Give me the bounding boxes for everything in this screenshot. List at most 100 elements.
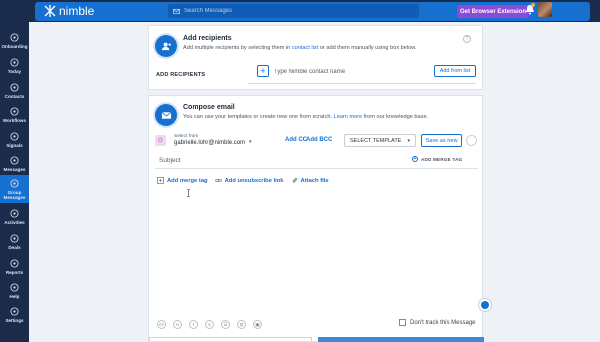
link-icon xyxy=(214,179,222,182)
add-unsubscribe-link[interactable]: Add unsubscribe link xyxy=(214,177,284,184)
floating-action-button[interactable] xyxy=(478,298,492,312)
recipients-circle xyxy=(155,35,177,57)
notification-dot xyxy=(531,3,535,7)
sidebar-item-group-messages[interactable]: Group Messages xyxy=(0,175,29,203)
sidebar-item-onboarding[interactable]: Onboarding xyxy=(0,28,29,53)
attach-file-label: Attach file xyxy=(300,177,329,184)
onboarding-icon xyxy=(10,32,19,42)
save-as-new-button[interactable]: Save as new xyxy=(421,134,462,147)
sidebar-item-label: Help xyxy=(9,293,20,299)
recipients-subtitle-pre: Add multiple recipients by selecting the… xyxy=(183,45,292,51)
learn-more-link[interactable]: Learn more xyxy=(334,114,363,120)
contacts-icon xyxy=(10,82,19,92)
logo-text: nimble xyxy=(59,4,95,18)
sidebar-item-deals[interactable]: Deals xyxy=(0,229,29,254)
secondary-action-button[interactable] xyxy=(149,337,312,341)
subject-input[interactable] xyxy=(159,155,329,165)
sidebar-item-today[interactable]: Today xyxy=(0,53,29,78)
attach-file-link[interactable]: Attach file xyxy=(291,177,329,184)
sidebar-item-label: Signals xyxy=(6,142,23,148)
text-cursor-icon xyxy=(187,189,190,197)
envelope-icon xyxy=(161,111,171,119)
recipients-divider xyxy=(248,83,476,84)
sidebar-item-messages[interactable]: Messages xyxy=(0,151,29,176)
from-email-select[interactable]: gabrielle.lohr@nimble.com xyxy=(174,140,245,146)
add-unsubscribe-label: Add unsubscribe link xyxy=(224,177,284,184)
plus-circle-icon: + xyxy=(412,155,418,162)
signals-icon xyxy=(10,131,19,141)
align-icon[interactable]: ≡ xyxy=(205,320,214,329)
nimble-logo-icon xyxy=(44,5,56,17)
compose-subtitle-pre: You can use your templates or create new… xyxy=(183,114,334,120)
top-bar-inner: nimble Get Browser Extension xyxy=(35,2,590,21)
editor-toolbar: <> A I ≡ ☰ ⊡ ▣ xyxy=(157,320,269,329)
sidebar-item-label: Today xyxy=(7,68,22,74)
dont-track-checkbox[interactable] xyxy=(399,319,406,326)
primary-action-button[interactable] xyxy=(318,337,484,342)
messages-icon xyxy=(10,155,19,165)
help-question-icon[interactable]: ? xyxy=(463,35,471,43)
settings-icon xyxy=(10,306,19,316)
get-extension-button[interactable]: Get Browser Extension xyxy=(457,5,529,18)
sidebar-item-label: Group Messages xyxy=(3,189,26,200)
sidebar-item-contacts[interactable]: Contacts xyxy=(0,78,29,103)
template-select-label: SELECT TEMPLATE xyxy=(350,137,402,144)
sidebar: Onboarding Today Contacts Workflows Signals M… xyxy=(0,22,29,342)
paperclip-icon xyxy=(291,177,297,183)
sidebar-item-label: Deals xyxy=(8,244,21,250)
image-icon[interactable]: ⊡ xyxy=(237,320,246,329)
italic-icon[interactable]: I xyxy=(189,320,198,329)
add-from-list-button[interactable]: Add from list xyxy=(434,65,476,77)
add-recipients-label: ADD RECIPIENTS xyxy=(156,72,206,78)
add-cc-link[interactable]: Add CC xyxy=(285,137,307,143)
search-input[interactable] xyxy=(184,8,384,14)
dont-track-toggle[interactable]: Don't track this Message xyxy=(399,319,476,326)
chevron-down-icon[interactable]: ▾ xyxy=(249,139,252,145)
add-merge-tag-link[interactable]: Add merge tag xyxy=(157,177,208,184)
sidebar-item-workflows[interactable]: Workflows xyxy=(0,102,29,127)
compose-subtitle-post: from our knowledge base. xyxy=(362,114,429,120)
add-merge-tag-subject-label: ADD MERGE TAG xyxy=(421,156,463,162)
text-color-icon[interactable]: A xyxy=(173,320,182,329)
compose-card: Compose email You can use your templates… xyxy=(148,95,492,342)
contact-list-link[interactable]: contact list xyxy=(292,45,318,51)
sidebar-item-label: Workflows xyxy=(2,117,27,123)
sidebar-item-help[interactable]: Help xyxy=(0,278,29,303)
workflows-icon xyxy=(10,106,19,116)
search-icon xyxy=(173,8,180,14)
sidebar-item-activities[interactable]: Activities xyxy=(0,204,29,229)
from-avatar-badge: G xyxy=(155,135,166,146)
floating-action-dot xyxy=(481,301,489,309)
add-bcc-link[interactable]: Add BCC xyxy=(306,137,332,143)
sidebar-item-label: Reports xyxy=(5,269,24,275)
recipient-name-input[interactable] xyxy=(274,66,424,77)
options-circle-button[interactable] xyxy=(466,135,477,146)
add-user-icon xyxy=(161,42,171,50)
activities-icon xyxy=(10,208,19,218)
compose-subtitle: You can use your templates or create new… xyxy=(183,114,428,120)
code-icon[interactable]: <> xyxy=(157,320,166,329)
sidebar-item-signals[interactable]: Signals xyxy=(0,127,29,152)
add-recipient-plus-button[interactable]: + xyxy=(257,65,269,77)
list-icon[interactable]: ☰ xyxy=(221,320,230,329)
recipients-input-row: + Add from list xyxy=(257,65,477,80)
help-icon xyxy=(10,282,19,292)
sidebar-item-label: Onboarding xyxy=(1,43,28,49)
sidebar-item-label: Contacts xyxy=(4,93,25,99)
today-icon xyxy=(10,57,19,67)
recipients-subtitle: Add multiple recipients by selecting the… xyxy=(183,45,417,51)
deals-icon xyxy=(10,233,19,243)
template-select[interactable]: SELECT TEMPLATE ▾ xyxy=(344,134,416,147)
nimble-logo[interactable]: nimble xyxy=(43,4,94,18)
recipients-card: Add recipients Add multiple recipients b… xyxy=(148,25,483,90)
add-merge-tag-subject-button[interactable]: + ADD MERGE TAG xyxy=(412,156,462,162)
sidebar-item-reports[interactable]: Reports xyxy=(0,254,29,279)
search-box[interactable] xyxy=(168,4,419,18)
select-from-label: Select from xyxy=(174,134,199,139)
compose-title: Compose email xyxy=(183,104,235,111)
subject-divider xyxy=(155,168,478,169)
sidebar-item-settings[interactable]: Settings xyxy=(0,302,29,327)
merge-tag-icon xyxy=(157,177,164,184)
embed-icon[interactable]: ▣ xyxy=(253,320,262,329)
user-avatar[interactable] xyxy=(538,2,552,17)
